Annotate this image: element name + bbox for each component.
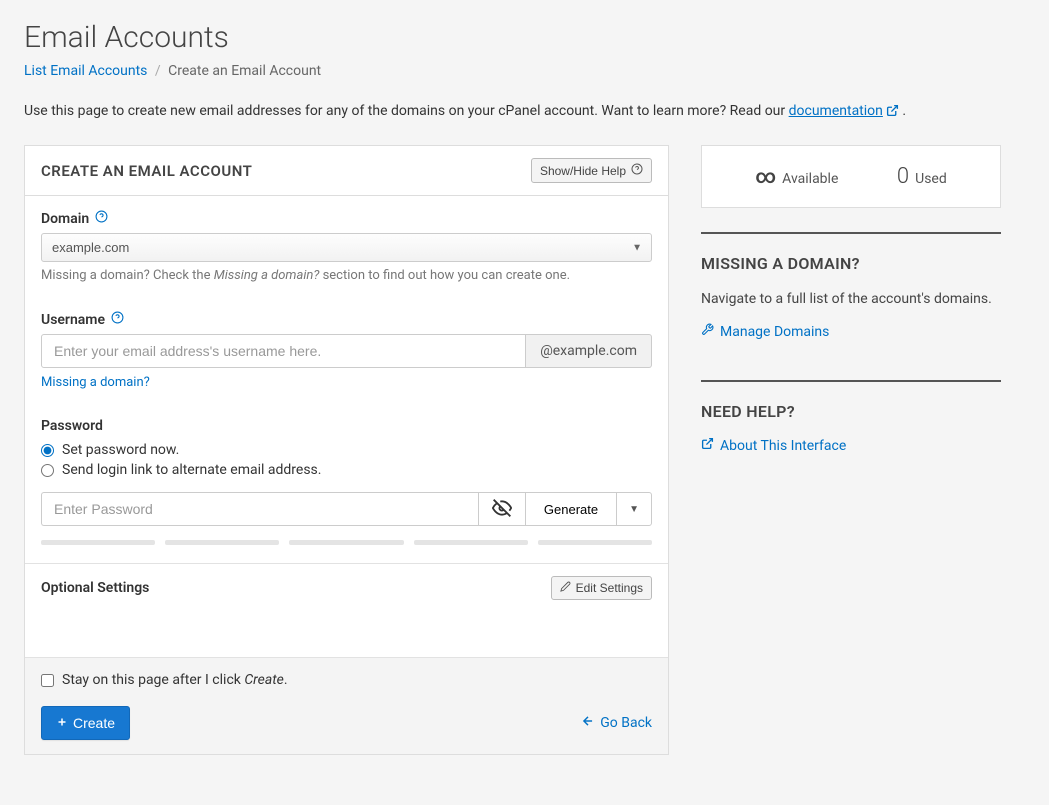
send-login-link-radio[interactable] bbox=[41, 464, 54, 477]
breadcrumb-current: Create an Email Account bbox=[168, 63, 321, 79]
breadcrumb-separator: / bbox=[155, 63, 161, 79]
about-interface-link[interactable]: About This Interface bbox=[701, 437, 846, 454]
intro-text: Use this page to create new email addres… bbox=[24, 103, 1025, 121]
manage-domains-link[interactable]: Manage Domains bbox=[701, 323, 829, 340]
generate-options-button[interactable]: ▼ bbox=[616, 492, 652, 526]
missing-domain-link[interactable]: Missing a domain? bbox=[41, 375, 150, 390]
plus-icon bbox=[56, 715, 68, 731]
need-help-title: NEED HELP? bbox=[701, 402, 1001, 421]
pencil-icon bbox=[560, 581, 571, 595]
set-password-now-radio[interactable] bbox=[41, 444, 54, 457]
panel-title: CREATE AN EMAIL ACCOUNT bbox=[41, 162, 252, 180]
wrench-icon bbox=[701, 323, 714, 340]
stay-on-page-checkbox[interactable] bbox=[41, 674, 54, 687]
domain-label: Domain bbox=[41, 211, 89, 227]
password-strength-meter bbox=[41, 540, 652, 545]
breadcrumb: List Email Accounts / Create an Email Ac… bbox=[24, 63, 1025, 79]
chevron-down-icon: ▼ bbox=[629, 504, 639, 515]
breadcrumb-list-link[interactable]: List Email Accounts bbox=[24, 63, 147, 79]
quota-stats: ∞ Available 0 Used bbox=[701, 145, 1001, 208]
username-label: Username bbox=[41, 312, 105, 328]
infinity-icon: ∞ bbox=[755, 164, 776, 188]
documentation-link[interactable]: documentation bbox=[789, 103, 899, 119]
help-circle-icon bbox=[631, 163, 643, 178]
generate-password-button[interactable]: Generate bbox=[525, 492, 616, 526]
username-input[interactable] bbox=[41, 334, 526, 368]
go-back-link[interactable]: Go Back bbox=[581, 714, 652, 732]
edit-settings-button[interactable]: Edit Settings bbox=[551, 576, 652, 600]
external-link-icon bbox=[701, 437, 714, 454]
domain-help-icon[interactable] bbox=[95, 210, 108, 227]
eye-off-icon bbox=[492, 498, 512, 521]
missing-domain-text: Navigate to a full list of the account's… bbox=[701, 289, 1001, 309]
stay-on-page-label[interactable]: Stay on this page after I click Create. bbox=[62, 672, 288, 688]
set-password-now-label[interactable]: Set password now. bbox=[62, 442, 179, 458]
password-input[interactable] bbox=[41, 492, 478, 526]
create-email-panel: CREATE AN EMAIL ACCOUNT Show/Hide Help D… bbox=[24, 145, 669, 755]
arrow-left-icon bbox=[581, 714, 595, 732]
optional-settings-title: Optional Settings bbox=[41, 580, 149, 596]
domain-select[interactable]: example.com bbox=[41, 233, 652, 262]
page-title: Email Accounts bbox=[24, 20, 1025, 55]
available-label: Available bbox=[782, 171, 838, 187]
used-value: 0 bbox=[897, 164, 909, 189]
show-hide-help-button[interactable]: Show/Hide Help bbox=[531, 158, 652, 183]
send-login-link-label[interactable]: Send login link to alternate email addre… bbox=[62, 462, 321, 478]
domain-hint: Missing a domain? Check the Missing a do… bbox=[41, 268, 652, 283]
password-label: Password bbox=[41, 418, 103, 434]
username-help-icon[interactable] bbox=[111, 311, 124, 328]
username-domain-addon: @example.com bbox=[526, 334, 652, 368]
external-link-icon bbox=[886, 104, 899, 121]
used-label: Used bbox=[915, 171, 947, 187]
missing-domain-title: MISSING A DOMAIN? bbox=[701, 254, 1001, 273]
toggle-password-visibility-button[interactable] bbox=[478, 492, 525, 526]
create-button[interactable]: Create bbox=[41, 706, 130, 740]
